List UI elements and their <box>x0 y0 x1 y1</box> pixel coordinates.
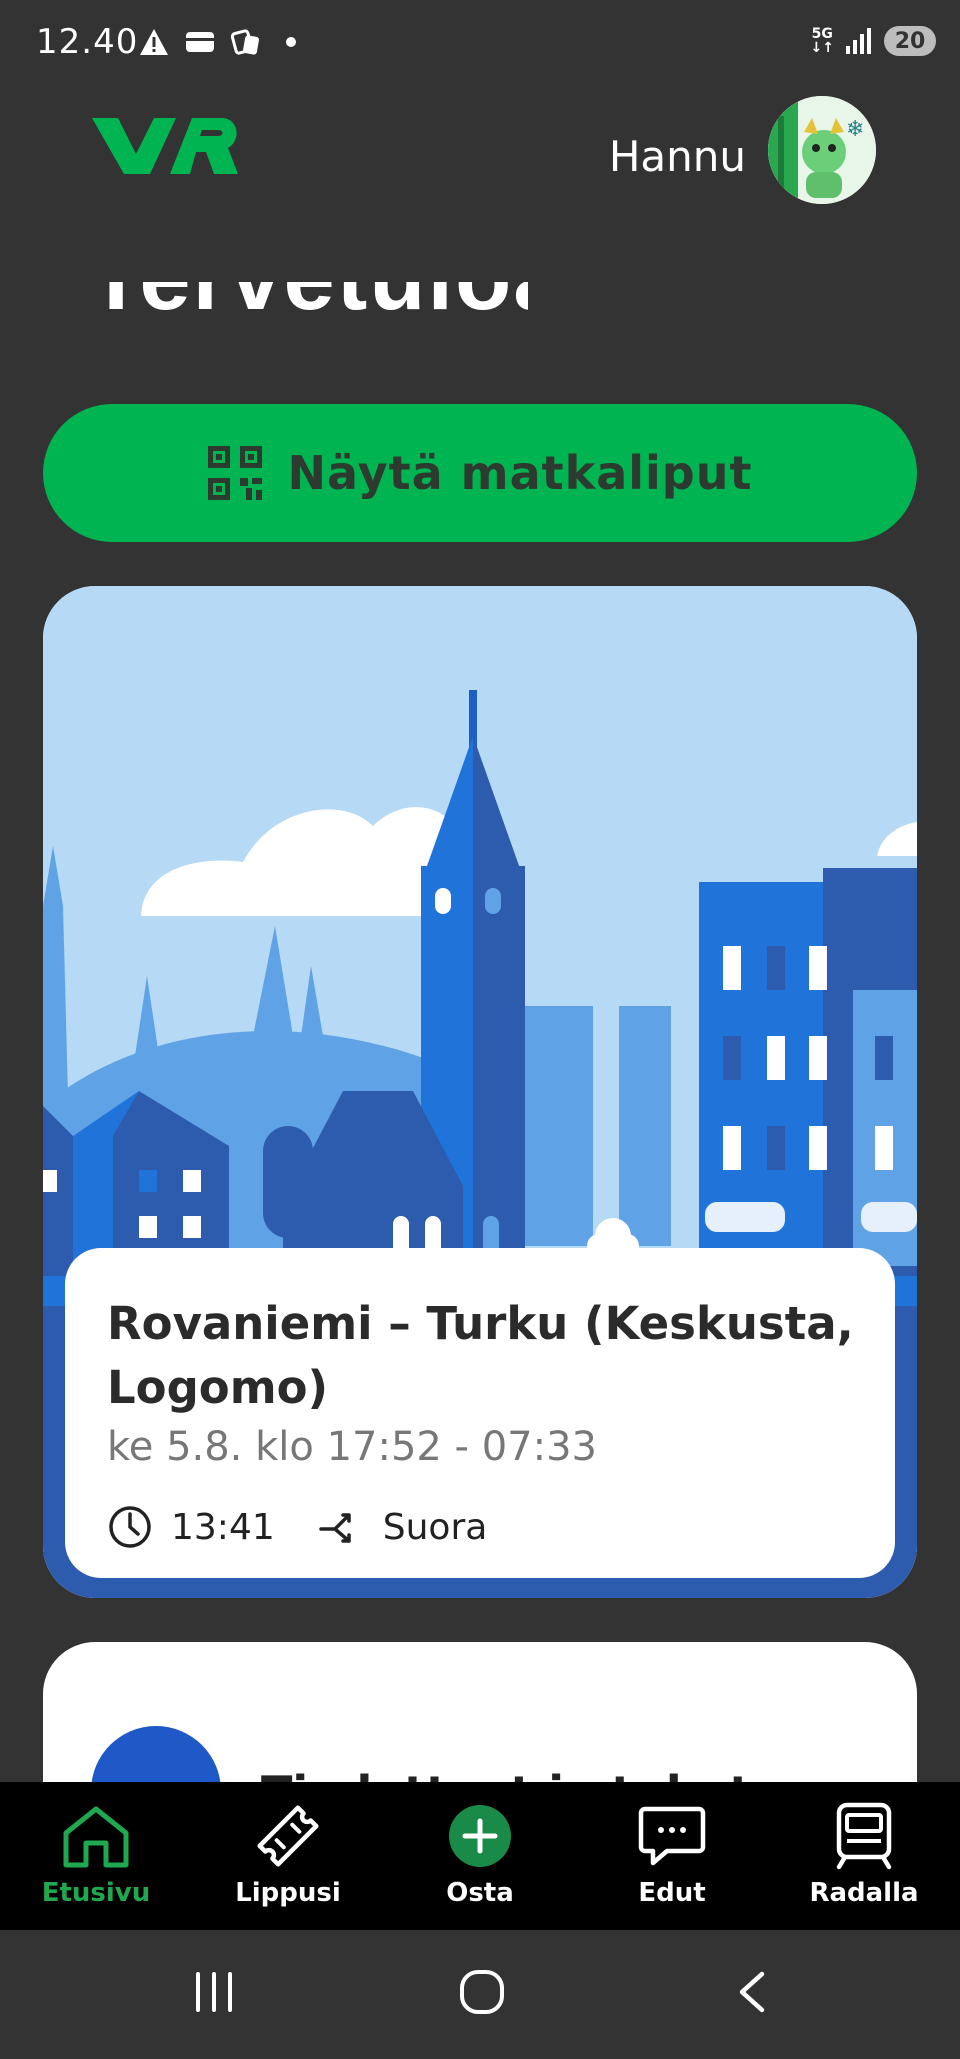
more-notifications-dot <box>286 37 296 47</box>
wallet-icon <box>186 32 214 52</box>
ticket-icon <box>257 1805 319 1867</box>
system-status: 5G ↓↑ 20 <box>811 26 936 56</box>
show-tickets-label: Näytä matkaliput <box>287 446 753 500</box>
train-icon <box>836 1802 892 1870</box>
signal-icon <box>846 28 871 54</box>
trip-card[interactable]: Rovaniemi – Turku (Keskusta, Logomo) ke … <box>43 586 917 1598</box>
home-button-icon[interactable] <box>458 1968 506 2016</box>
nav-label-osta: Osta <box>446 1878 514 1908</box>
show-tickets-button[interactable]: Näytä matkaliput <box>43 404 917 542</box>
svg-text:❄: ❄ <box>846 117 864 142</box>
payment-icon <box>230 29 259 55</box>
battery-indicator: 20 <box>884 26 936 56</box>
nav-label-edut: Edut <box>638 1878 706 1908</box>
recent-apps-icon[interactable] <box>192 1970 236 2014</box>
status-bar: 12.40 5G ↓↑ 20 <box>0 0 960 92</box>
network-type: 5G ↓↑ <box>810 26 834 56</box>
trip-route: Rovaniemi – Turku (Keskusta, Logomo) <box>107 1297 854 1414</box>
nav-label-radalla: Radalla <box>809 1878 919 1908</box>
nav-item-radalla[interactable]: Radalla <box>768 1782 960 1930</box>
trip-duration-value: 13:41 <box>171 1506 275 1548</box>
trip-connection: Suora <box>319 1506 488 1548</box>
chat-bubble-icon <box>638 1806 706 1866</box>
clock-icon <box>109 1506 151 1548</box>
system-navigation-bar <box>0 1930 960 2059</box>
trip-details[interactable]: Rovaniemi – Turku (Keskusta, Logomo) ke … <box>65 1248 895 1578</box>
plus-circle-icon <box>449 1805 511 1867</box>
nav-item-lippusi[interactable]: Lippusi <box>192 1782 384 1930</box>
status-time: 12.40 <box>36 22 139 62</box>
trip-duration: 13:41 <box>107 1504 275 1550</box>
user-name[interactable]: Hannu <box>609 132 746 181</box>
home-icon <box>63 1806 129 1868</box>
nav-item-edut[interactable]: Edut <box>576 1782 768 1930</box>
warning-icon <box>140 29 168 55</box>
nav-item-osta[interactable]: Osta <box>384 1782 576 1930</box>
nav-item-etusivu[interactable]: Etusivu <box>0 1782 192 1930</box>
vr-logo[interactable] <box>92 114 240 180</box>
trip-connection-value: Suora <box>382 1506 488 1548</box>
notification-icons <box>138 26 296 58</box>
bottom-navigation: Etusivu Lippusi Osta Edut Radalla <box>0 1782 960 1930</box>
app-header: Hannu ❄ Tervetuloa <box>0 92 960 326</box>
trip-meta: 13:41 Suora <box>107 1504 531 1550</box>
back-icon[interactable] <box>734 1970 770 2014</box>
nav-label-etusivu: Etusivu <box>41 1878 151 1908</box>
qr-code-icon <box>207 446 262 500</box>
direct-route-icon <box>319 1513 351 1543</box>
network-label: 5G <box>811 26 833 42</box>
trip-dates: ke 5.8. klo 17:52 - 07:33 <box>107 1424 597 1470</box>
nav-label-lippusi: Lippusi <box>235 1878 341 1908</box>
page-title: Tervetuloa <box>88 282 528 326</box>
user-avatar[interactable]: ❄ <box>768 96 876 204</box>
